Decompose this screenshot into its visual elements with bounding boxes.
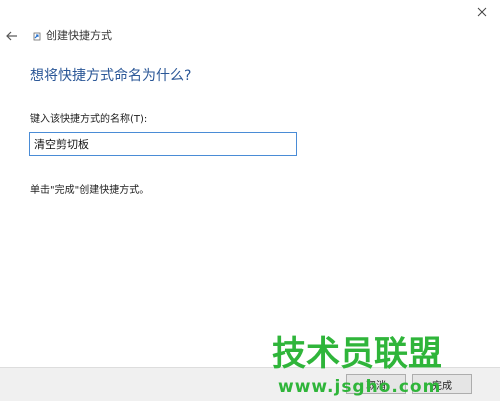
close-button[interactable] [472, 4, 492, 20]
watermark-title: 技术员联盟 [272, 334, 442, 374]
wizard-header: 创建快捷方式 [4, 26, 112, 46]
page-title: 想将快捷方式命名为什么? [30, 68, 192, 84]
name-field-label: 键入该快捷方式的名称(T): [30, 114, 148, 125]
watermark-url: www.jsgho.com [278, 377, 442, 397]
shortcut-arrow-icon [32, 30, 42, 42]
close-icon [477, 7, 487, 17]
shortcut-name-input[interactable] [29, 132, 297, 156]
back-button[interactable] [4, 28, 20, 44]
site-watermark: 技术员联盟 www.jsgho.com [272, 334, 496, 400]
back-arrow-icon [6, 31, 17, 41]
window-title: 创建快捷方式 [46, 29, 112, 42]
finish-hint-text: 单击"完成"创建快捷方式。 [30, 185, 150, 196]
